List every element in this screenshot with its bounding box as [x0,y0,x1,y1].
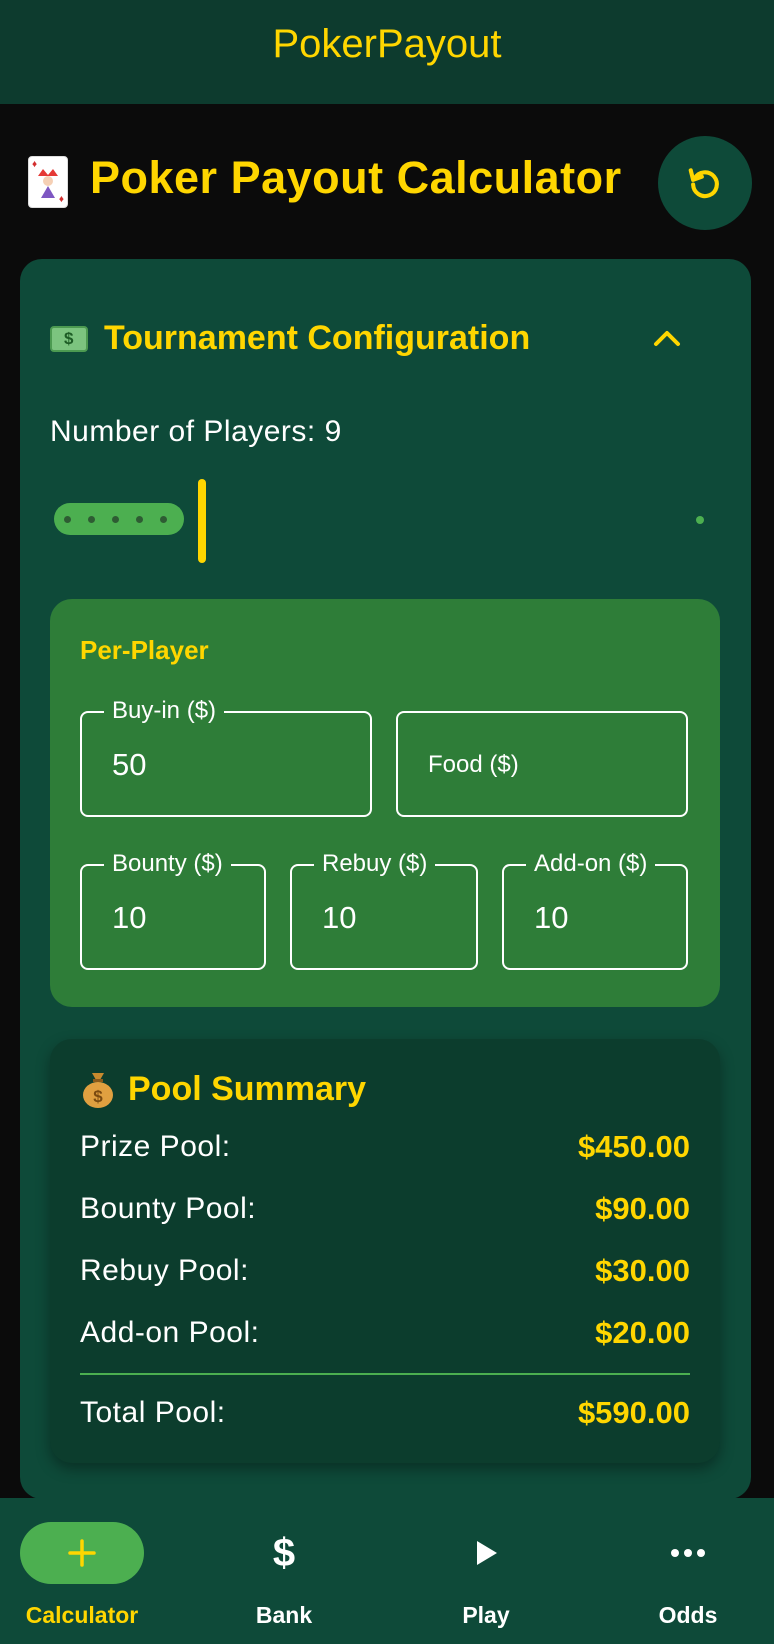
section-header[interactable]: Tournament Configuration [50,319,530,358]
buy-in-value: 50 [112,747,147,782]
buy-in-field[interactable]: Buy-in ($) 50 [80,697,372,817]
summary-divider [80,1373,690,1375]
food-field[interactable]: Food ($) [396,711,688,817]
tournament-config-card: Tournament Configuration Number of Playe… [20,259,751,1499]
row-label: Add-on Pool: [80,1316,260,1349]
nav-label: Bank [255,1602,313,1628]
dollar-icon: $ [272,1530,296,1575]
money-bag-icon: $ [80,1069,116,1109]
nav-bank[interactable]: $ Bank [202,1498,362,1644]
summary-row-prize: Prize Pool: $450.00 [80,1129,690,1165]
row-value: $90.00 [595,1191,690,1226]
addon-field[interactable]: Add-on ($) 10 [502,850,688,970]
nav-calculator[interactable]: Calculator [0,1498,160,1644]
nav-indicator [20,1522,144,1584]
slider-tick [64,516,71,523]
per-player-title: Per-Player [80,635,209,665]
summary-row-rebuy: Rebuy Pool: $30.00 [80,1253,690,1289]
bounty-label: Bounty ($) [104,850,231,878]
nav-icon-wrap [626,1522,750,1584]
plus-icon [68,1539,96,1567]
per-player-card: Per-Player Buy-in ($) 50 Food ($) Bounty… [50,599,720,1007]
bounty-field[interactable]: Bounty ($) 10 [80,850,266,970]
summary-row-bounty: Bounty Pool: $90.00 [80,1191,690,1227]
row-value: $450.00 [577,1129,690,1164]
svg-text:$: $ [93,1087,103,1106]
slider-thumb[interactable] [198,479,206,563]
addon-label: Add-on ($) [526,850,656,878]
row-label: Bounty Pool: [80,1192,257,1225]
reset-button[interactable] [658,136,752,230]
rebuy-label: Rebuy ($) [314,850,436,878]
slider-end-tick [696,516,704,524]
bounty-value: 10 [112,900,147,935]
total-value: $590.00 [577,1395,690,1430]
bottom-navigation: Calculator $ Bank Play Odds [0,1498,774,1644]
money-icon [50,325,88,352]
summary-row-addon: Add-on Pool: $20.00 [80,1315,690,1351]
row-value: $30.00 [595,1253,690,1288]
nav-icon-wrap: $ [222,1522,346,1584]
addon-value: 10 [534,900,569,935]
refresh-icon [688,168,719,199]
players-label: Number of Players: 9 [50,415,342,448]
nav-odds[interactable]: Odds [606,1498,766,1644]
page-title: Poker Payout Calculator [90,152,622,203]
pool-summary-card: $ Pool Summary Prize Pool: $450.00 Bount… [50,1039,720,1463]
food-placeholder: Food ($) [428,751,519,778]
row-value: $20.00 [595,1315,690,1350]
nav-icon-wrap [424,1522,548,1584]
play-icon [477,1541,497,1565]
nav-label: Odds [658,1602,718,1628]
section-title: Tournament Configuration [104,319,531,357]
row-label: Prize Pool: [80,1130,231,1163]
page-header: ♦ ♦ Poker Payout Calculator [0,104,774,260]
slider-tick [136,516,143,523]
nav-label: Play [462,1602,510,1628]
summary-header: $ Pool Summary [80,1069,366,1109]
more-icon [671,1549,705,1557]
summary-title: Pool Summary [128,1069,367,1108]
total-label: Total Pool: [80,1396,226,1429]
slider-tick [88,516,95,523]
row-label: Rebuy Pool: [80,1254,249,1287]
joker-card-icon: ♦ ♦ [28,156,68,208]
rebuy-value: 10 [322,900,357,935]
rebuy-field[interactable]: Rebuy ($) 10 [290,850,478,970]
nav-label: Calculator [25,1602,139,1628]
chevron-up-icon[interactable] [652,323,682,353]
summary-row-total: Total Pool: $590.00 [80,1395,690,1431]
app-title: PokerPayout [272,21,502,66]
nav-play[interactable]: Play [404,1498,564,1644]
slider-tick [160,516,167,523]
app-bar: PokerPayout [0,0,774,104]
buy-in-label: Buy-in ($) [104,697,225,725]
slider-tick [112,516,119,523]
players-slider[interactable] [50,479,730,563]
